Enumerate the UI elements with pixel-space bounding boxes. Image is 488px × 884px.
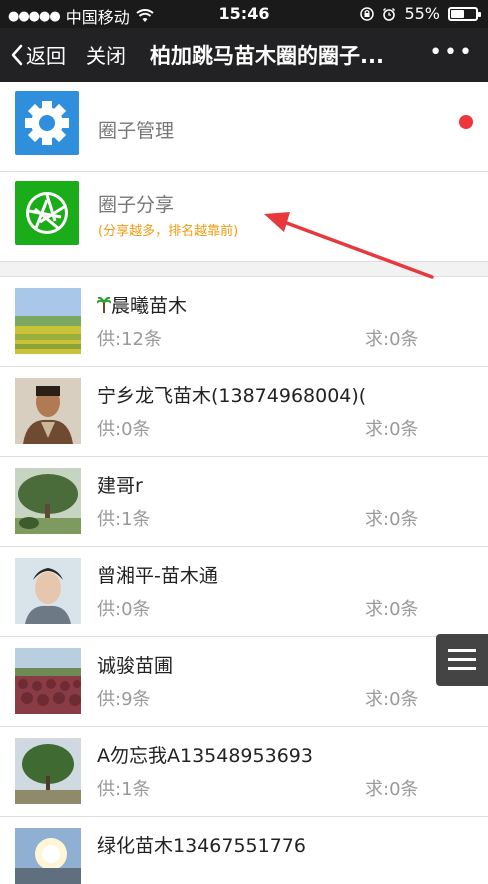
page-title: 柏加跳马苗木圈的圈子... <box>150 44 384 68</box>
supply-count: 供:1条 <box>97 509 151 530</box>
member-name: A勿忘我A13548953693 <box>97 745 313 767</box>
rotation-lock-icon <box>360 6 375 21</box>
member-name: 宁乡龙飞苗木(13874968004)( <box>97 385 367 407</box>
battery-icon <box>448 6 481 21</box>
demand-count: 求:0条 <box>365 329 419 350</box>
chevron-left-icon <box>11 44 23 65</box>
member-row[interactable]: 晨曦苗木 供:12条 求:0条 <box>0 276 488 365</box>
hamburger-line <box>448 667 476 670</box>
hamburger-line <box>448 658 476 661</box>
circle-manage-row[interactable]: 圈子管理 <box>0 82 488 171</box>
member-row[interactable]: 曾湘平-苗木通 供:0条 求:0条 <box>0 546 488 635</box>
avatar <box>15 648 81 714</box>
demand-count: 求:0条 <box>365 419 419 440</box>
app-screen: ●●●●● 中国移动 15:46 55% 返回 关闭 柏加跳马苗木圈的圈子...… <box>0 0 488 884</box>
supply-count: 供:12条 <box>97 329 162 350</box>
nav-bar: 返回 关闭 柏加跳马苗木圈的圈子... ••• <box>0 28 488 82</box>
floating-menu-button[interactable] <box>436 634 488 686</box>
supply-count: 供:0条 <box>97 419 151 440</box>
supply-count: 供:1条 <box>97 779 151 800</box>
member-row[interactable]: 绿化苗木13467551776 <box>0 816 488 884</box>
avatar <box>15 738 81 804</box>
demand-count: 求:0条 <box>365 689 419 710</box>
member-name: 绿化苗木13467551776 <box>97 835 306 857</box>
member-name: 曾湘平-苗木通 <box>97 565 218 587</box>
member-row[interactable]: 建哥r 供:1条 求:0条 <box>0 456 488 545</box>
status-bar: ●●●●● 中国移动 15:46 55% <box>0 0 488 28</box>
member-name: 建哥r <box>97 475 143 497</box>
member-row[interactable]: A勿忘我A13548953693 供:1条 求:0条 <box>0 726 488 815</box>
circle-share-hint: (分享越多，排名越靠前) <box>98 224 239 239</box>
avatar <box>15 288 81 354</box>
demand-count: 求:0条 <box>365 509 419 530</box>
member-row[interactable]: 宁乡龙飞苗木(13874968004)( 供:0条 求:0条 <box>0 366 488 455</box>
close-button[interactable]: 关闭 <box>86 40 126 69</box>
gear-icon <box>15 91 79 155</box>
member-name: 晨曦苗木 <box>96 291 187 318</box>
supply-count: 供:0条 <box>97 599 151 620</box>
alarm-icon <box>383 7 396 21</box>
member-name: 诚骏苗圃 <box>97 655 174 677</box>
avatar <box>15 468 81 534</box>
palm-tree-icon <box>96 296 112 313</box>
section-gap <box>0 262 488 276</box>
circle-manage-label: 圈子管理 <box>98 120 175 142</box>
notification-dot <box>459 115 473 129</box>
battery-fill <box>451 9 465 18</box>
avatar <box>15 558 81 624</box>
circle-share-row[interactable]: 圈子分享 (分享越多，排名越靠前) <box>0 172 488 261</box>
avatar <box>15 378 81 444</box>
avatar <box>15 828 81 884</box>
member-row[interactable]: 诚骏苗圃 供:9条 求:0条 <box>0 636 488 725</box>
supply-count: 供:9条 <box>97 689 151 710</box>
hamburger-line <box>448 649 476 652</box>
demand-count: 求:0条 <box>365 779 419 800</box>
circle-share-label: 圈子分享 <box>98 194 175 216</box>
aperture-icon <box>15 181 79 245</box>
battery-percent: 55% <box>404 4 440 23</box>
back-button[interactable]: 返回 <box>10 40 66 69</box>
back-label: 返回 <box>26 44 66 68</box>
demand-count: 求:0条 <box>365 599 419 620</box>
more-button[interactable]: ••• <box>429 40 474 65</box>
